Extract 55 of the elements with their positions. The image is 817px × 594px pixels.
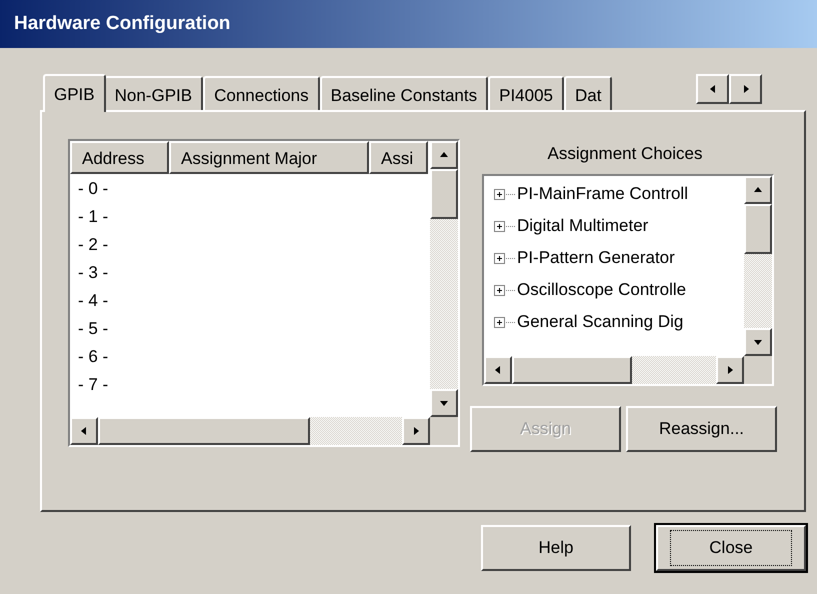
scroll-right-button[interactable] — [716, 356, 744, 384]
tab[interactable]: PI4005 — [488, 76, 564, 110]
expand-icon[interactable] — [494, 284, 515, 296]
down-arrow-icon — [439, 398, 449, 408]
scroll-right-button[interactable] — [729, 74, 762, 104]
column-header[interactable]: Address — [70, 141, 169, 174]
address-item[interactable]: - 2 - — [70, 231, 108, 259]
action-button[interactable]: Reassign... — [626, 406, 777, 452]
left-arrow-icon — [708, 84, 718, 94]
scrollbar-thumb[interactable] — [98, 417, 310, 445]
tab[interactable]: Connections — [203, 76, 320, 110]
address-item[interactable]: - 4 - — [70, 287, 108, 315]
scroll-left-button[interactable] — [484, 356, 512, 384]
tree-item[interactable]: Oscilloscope Controlle — [517, 277, 686, 303]
section-label: Assignment Choices — [548, 143, 702, 165]
address-item[interactable]: - 0 - — [70, 175, 108, 203]
window-title: Hardware Configuration — [14, 12, 230, 36]
address-item[interactable]: - 1 - — [70, 203, 108, 231]
tree-item[interactable]: Digital Multimeter — [517, 213, 648, 239]
scroll-left-button[interactable] — [70, 417, 98, 445]
expand-icon[interactable] — [494, 316, 515, 328]
scroll-left-button[interactable] — [696, 74, 729, 104]
left-arrow-icon — [79, 426, 89, 436]
expand-icon[interactable] — [494, 252, 515, 264]
tab[interactable]: Baseline Constants — [320, 76, 488, 110]
scroll-down-button[interactable] — [744, 328, 772, 356]
tree-item[interactable]: PI-Pattern Generator — [517, 245, 675, 271]
scroll-right-button[interactable] — [402, 417, 430, 445]
expand-icon[interactable] — [494, 188, 515, 200]
address-item[interactable]: - 6 - — [70, 343, 108, 371]
address-item[interactable]: - 7 - — [70, 371, 108, 399]
right-arrow-icon — [411, 426, 421, 436]
left-arrow-icon — [493, 365, 503, 375]
tab[interactable]: Non-GPIB — [104, 76, 204, 110]
up-arrow-icon — [753, 185, 763, 195]
expand-icon[interactable] — [494, 220, 515, 232]
column-header[interactable]: Assi — [369, 141, 428, 174]
right-arrow-icon — [725, 365, 735, 375]
tab[interactable]: GPIB — [43, 74, 106, 112]
address-item[interactable]: - 5 - — [70, 315, 108, 343]
scrollbar-thumb[interactable] — [512, 356, 632, 384]
down-arrow-icon — [753, 337, 763, 347]
scrollbar-thumb[interactable] — [430, 169, 458, 219]
scroll-down-button[interactable] — [430, 389, 458, 417]
dialog-button[interactable]: Close — [656, 525, 806, 571]
scrollbar-thumb[interactable] — [744, 204, 772, 254]
column-header[interactable]: Assignment Major — [169, 141, 369, 174]
up-arrow-icon — [439, 150, 449, 160]
tab[interactable]: Dat — [564, 76, 612, 110]
scroll-up-button[interactable] — [430, 141, 458, 169]
tree-item[interactable]: General Scanning Dig — [517, 309, 684, 335]
address-item[interactable]: - 3 - — [70, 259, 108, 287]
scroll-up-button[interactable] — [744, 176, 772, 204]
dialog-button[interactable]: Help — [481, 525, 631, 571]
tree-item[interactable]: PI-MainFrame Controll — [517, 181, 688, 207]
